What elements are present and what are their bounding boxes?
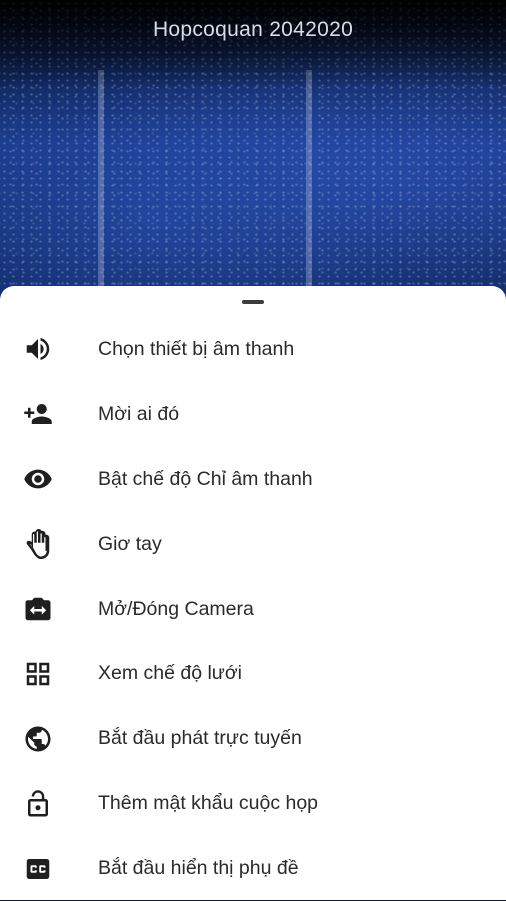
video-post xyxy=(306,70,312,300)
menu-item-label: Xem chế độ lưới xyxy=(98,662,242,685)
menu-item-raise-hand[interactable]: Giơ tay xyxy=(0,512,506,577)
add-person-icon xyxy=(20,396,56,432)
menu-item-audio-device[interactable]: Chọn thiết bị âm thanh xyxy=(0,317,506,382)
lock-icon xyxy=(20,786,56,822)
menu-item-label: Bật chế độ Chỉ âm thanh xyxy=(98,467,313,490)
sheet-drag-handle[interactable] xyxy=(242,300,264,304)
menu-item-label: Bắt đầu hiển thị phụ đề xyxy=(98,857,299,880)
menu-item-live-stream[interactable]: Bắt đầu phát trực tuyến xyxy=(0,706,506,771)
eye-icon xyxy=(20,461,56,497)
menu-item-audio-only[interactable]: Bật chế độ Chỉ âm thanh xyxy=(0,447,506,512)
menu-item-label: Chọn thiết bị âm thanh xyxy=(98,337,295,360)
menu-item-toggle-camera[interactable]: Mở/Đóng Camera xyxy=(0,577,506,642)
menu-item-grid-view[interactable]: Xem chế độ lưới xyxy=(0,641,506,706)
camera-switch-icon xyxy=(20,591,56,627)
menu-item-invite[interactable]: Mời ai đó xyxy=(0,382,506,447)
menu-item-label: Mở/Đóng Camera xyxy=(98,597,254,620)
grid-icon xyxy=(20,656,56,692)
action-menu: Chọn thiết bị âm thanh Mời ai đó Bật chế… xyxy=(0,317,506,901)
globe-icon xyxy=(20,721,56,757)
action-sheet: Chọn thiết bị âm thanh Mời ai đó Bật chế… xyxy=(0,286,506,900)
menu-item-meeting-password[interactable]: Thêm mật khẩu cuộc họp xyxy=(0,771,506,836)
video-top-shade xyxy=(0,0,506,90)
closed-caption-icon xyxy=(20,851,56,887)
hand-icon xyxy=(20,526,56,562)
video-post xyxy=(98,70,104,300)
menu-item-captions[interactable]: Bắt đầu hiển thị phụ đề xyxy=(0,836,506,901)
video-preview xyxy=(0,0,506,320)
menu-item-label: Giơ tay xyxy=(98,532,162,555)
volume-icon xyxy=(20,331,56,367)
menu-item-label: Bắt đầu phát trực tuyến xyxy=(98,727,302,750)
menu-item-label: Mời ai đó xyxy=(98,402,180,425)
meeting-title: Hopcoquan 2042020 xyxy=(152,18,354,41)
menu-item-label: Thêm mật khẩu cuộc họp xyxy=(98,792,319,815)
